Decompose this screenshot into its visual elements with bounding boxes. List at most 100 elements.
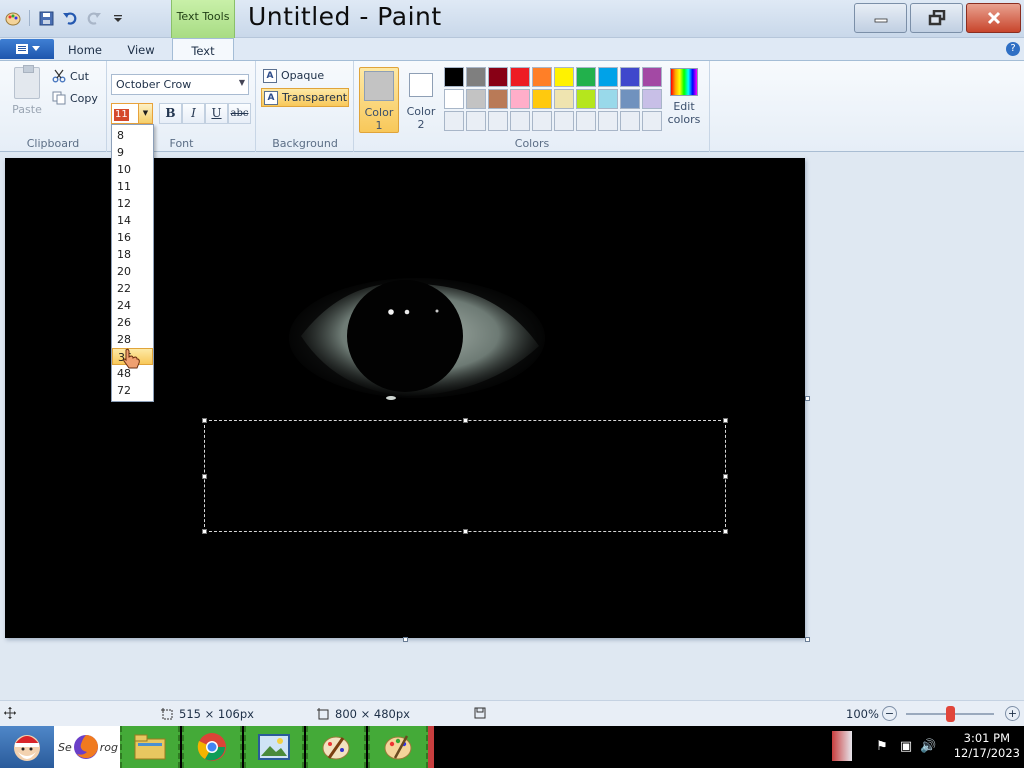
zoom-in-button[interactable]: + bbox=[1005, 706, 1020, 721]
paste-button[interactable]: Paste bbox=[8, 65, 46, 116]
palette-color-swatch[interactable] bbox=[488, 111, 508, 131]
resize-handle[interactable] bbox=[202, 529, 207, 534]
zoom-slider-thumb[interactable] bbox=[946, 706, 955, 722]
taskbar-file-explorer[interactable] bbox=[120, 726, 180, 768]
palette-color-swatch[interactable] bbox=[444, 67, 464, 87]
palette-color-swatch[interactable] bbox=[510, 111, 530, 131]
palette-color-swatch[interactable] bbox=[510, 89, 530, 109]
palette-color-swatch[interactable] bbox=[576, 89, 596, 109]
palette-color-swatch[interactable] bbox=[620, 89, 640, 109]
font-size-option[interactable]: 28 bbox=[112, 331, 153, 348]
font-size-option[interactable]: 8 bbox=[112, 127, 153, 144]
action-center-flag-icon[interactable]: ⚑ bbox=[874, 739, 890, 755]
font-size-option[interactable]: 24 bbox=[112, 297, 153, 314]
font-size-option[interactable]: 20 bbox=[112, 263, 153, 280]
tab-view[interactable]: View bbox=[118, 38, 164, 61]
resize-handle[interactable] bbox=[202, 418, 207, 423]
palette-color-swatch[interactable] bbox=[466, 67, 486, 87]
customize-qat-icon[interactable] bbox=[108, 8, 128, 28]
resize-handle[interactable] bbox=[723, 529, 728, 534]
font-size-option[interactable]: 16 bbox=[112, 229, 153, 246]
taskbar-chrome[interactable] bbox=[182, 726, 242, 768]
redo-icon[interactable] bbox=[84, 8, 104, 28]
palette-color-swatch[interactable] bbox=[576, 111, 596, 131]
palette-color-swatch[interactable] bbox=[532, 67, 552, 87]
transparent-option[interactable]: A Transparent bbox=[261, 88, 349, 107]
resize-handle[interactable] bbox=[463, 418, 468, 423]
start-button[interactable] bbox=[0, 726, 54, 768]
palette-color-swatch[interactable] bbox=[510, 67, 530, 87]
font-size-option[interactable]: 11 bbox=[112, 178, 153, 195]
font-size-option[interactable]: 12 bbox=[112, 195, 153, 212]
resize-handle[interactable] bbox=[723, 418, 728, 423]
taskbar-paint-tools[interactable] bbox=[306, 726, 366, 768]
file-menu-button[interactable] bbox=[0, 39, 54, 59]
paint-app-icon[interactable] bbox=[3, 8, 23, 28]
tray-clock[interactable]: 3:01 PM 12/17/2023 bbox=[954, 731, 1020, 761]
font-size-option[interactable]: 26 bbox=[112, 314, 153, 331]
font-size-option[interactable]: 14 bbox=[112, 212, 153, 229]
palette-color-swatch[interactable] bbox=[620, 67, 640, 87]
chevron-down-icon[interactable]: ▼ bbox=[138, 104, 152, 123]
volume-icon[interactable]: 🔊 bbox=[920, 739, 936, 755]
italic-button[interactable]: I bbox=[182, 103, 205, 124]
font-size-select[interactable]: 11 ▼ bbox=[111, 103, 153, 124]
palette-color-swatch[interactable] bbox=[532, 89, 552, 109]
show-desktop-indicator[interactable] bbox=[832, 731, 852, 761]
palette-color-swatch[interactable] bbox=[466, 89, 486, 109]
palette-color-swatch[interactable] bbox=[532, 111, 552, 131]
taskbar-photo-viewer[interactable] bbox=[244, 726, 304, 768]
palette-color-swatch[interactable] bbox=[598, 67, 618, 87]
tab-text[interactable]: Text bbox=[172, 38, 234, 61]
close-button[interactable] bbox=[966, 3, 1021, 33]
tab-home[interactable]: Home bbox=[62, 38, 108, 61]
taskbar-paint[interactable] bbox=[368, 726, 428, 768]
save-icon[interactable] bbox=[36, 8, 56, 28]
canvas-resize-handle-right[interactable] bbox=[805, 396, 810, 401]
undo-icon[interactable] bbox=[60, 8, 80, 28]
bold-button[interactable]: B bbox=[159, 103, 182, 124]
palette-color-swatch[interactable] bbox=[444, 89, 464, 109]
edit-colors-button[interactable]: Edit colors bbox=[664, 68, 704, 126]
palette-color-swatch[interactable] bbox=[554, 67, 574, 87]
selection-icon bbox=[161, 707, 173, 719]
resize-handle[interactable] bbox=[202, 474, 207, 479]
help-icon[interactable]: ? bbox=[1006, 42, 1020, 56]
cut-button[interactable]: Cut bbox=[52, 67, 89, 85]
underline-button[interactable]: U bbox=[205, 103, 228, 124]
font-size-option[interactable]: 10 bbox=[112, 161, 153, 178]
palette-color-swatch[interactable] bbox=[444, 111, 464, 131]
resize-handle[interactable] bbox=[463, 529, 468, 534]
palette-color-swatch[interactable] bbox=[488, 67, 508, 87]
palette-color-swatch[interactable] bbox=[576, 67, 596, 87]
text-selection-box[interactable] bbox=[202, 418, 728, 534]
canvas-resize-handle-corner[interactable] bbox=[805, 637, 810, 642]
canvas-resize-handle-bottom[interactable] bbox=[403, 637, 408, 642]
palette-color-swatch[interactable] bbox=[620, 111, 640, 131]
network-icon[interactable]: ▣ bbox=[898, 739, 914, 755]
font-size-option[interactable]: 22 bbox=[112, 280, 153, 297]
copy-button[interactable]: Copy bbox=[52, 89, 98, 107]
font-family-select[interactable]: October Crow ▼ bbox=[111, 74, 249, 95]
font-size-option[interactable]: 9 bbox=[112, 144, 153, 161]
opaque-option[interactable]: A Opaque bbox=[261, 66, 349, 85]
palette-color-swatch[interactable] bbox=[642, 67, 662, 87]
taskbar-firefox[interactable]: Se rog bbox=[54, 726, 120, 768]
palette-color-swatch[interactable] bbox=[598, 111, 618, 131]
palette-color-swatch[interactable] bbox=[598, 89, 618, 109]
restore-button[interactable] bbox=[910, 3, 963, 33]
zoom-out-button[interactable]: − bbox=[882, 706, 897, 721]
minimize-button[interactable] bbox=[854, 3, 907, 33]
resize-handle[interactable] bbox=[723, 474, 728, 479]
palette-color-swatch[interactable] bbox=[488, 89, 508, 109]
palette-color-swatch[interactable] bbox=[554, 111, 574, 131]
color2-button[interactable]: Color 2 bbox=[401, 67, 441, 133]
palette-color-swatch[interactable] bbox=[466, 111, 486, 131]
palette-color-swatch[interactable] bbox=[642, 111, 662, 131]
palette-color-swatch[interactable] bbox=[642, 89, 662, 109]
font-size-option[interactable]: 18 bbox=[112, 246, 153, 263]
palette-color-swatch[interactable] bbox=[554, 89, 574, 109]
font-size-option[interactable]: 72 bbox=[112, 382, 153, 399]
color1-button[interactable]: Color 1 bbox=[359, 67, 399, 133]
strikethrough-button[interactable]: abc bbox=[228, 103, 251, 124]
